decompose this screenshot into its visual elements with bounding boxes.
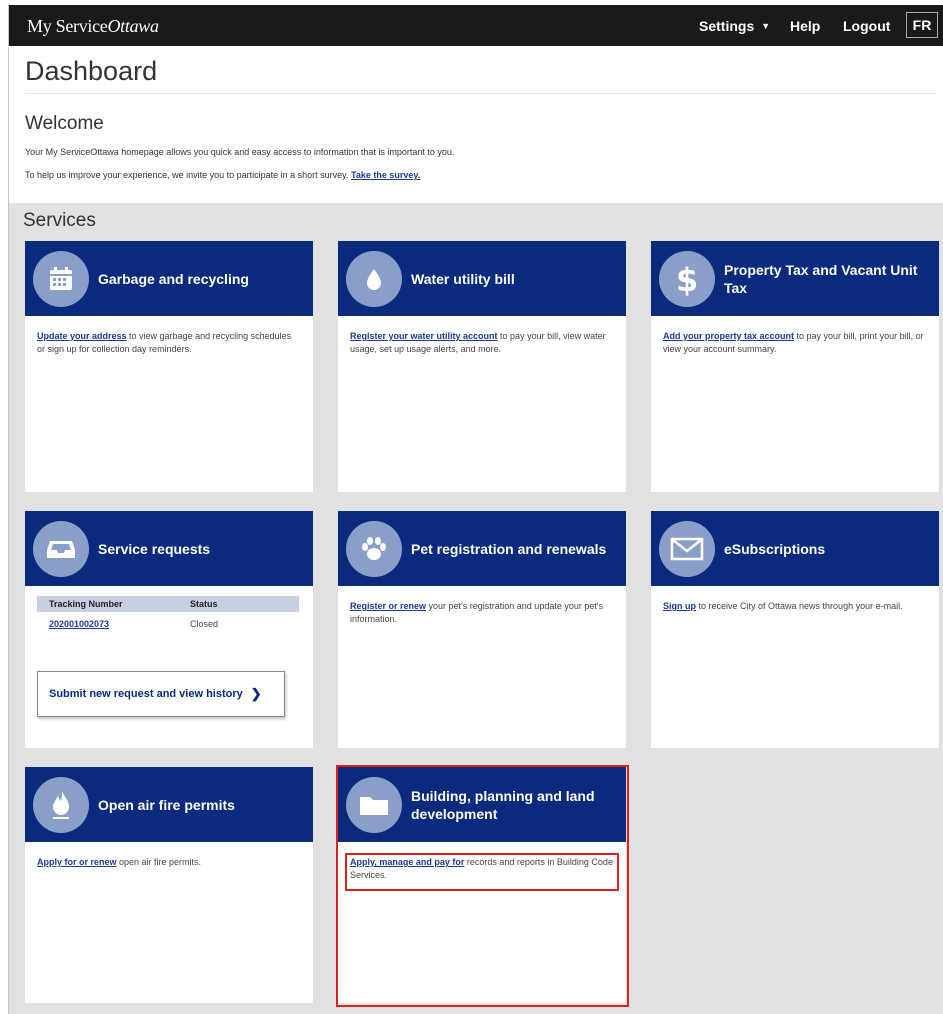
take-survey-link[interactable]: Take the survey. xyxy=(351,170,420,180)
tracking-table: Tracking Number Status 202001002073 Clos… xyxy=(37,596,299,636)
chevron-right-icon: ❯ xyxy=(250,686,262,701)
title-divider xyxy=(25,93,937,94)
welcome-text: Your My ServiceOttawa homepage allows yo… xyxy=(25,147,455,157)
apply-renew-fire-permit-link[interactable]: Apply for or renew xyxy=(37,857,117,867)
welcome-heading: Welcome xyxy=(25,113,104,134)
card-title: Garbage and recycling xyxy=(98,270,249,287)
calendar-icon xyxy=(33,251,89,307)
card-description: Apply for or renew open air fire permits… xyxy=(25,842,313,869)
page-title: Dashboard xyxy=(25,56,158,86)
card-description: Add your property tax account to pay you… xyxy=(651,316,939,356)
inbox-icon xyxy=(33,521,89,577)
caret-down-icon: ▼ xyxy=(761,20,771,31)
water-drop-icon xyxy=(346,251,402,307)
browser-page: My ServiceOttawa Settings ▼ Help Logout F… xyxy=(8,5,943,1014)
update-address-link[interactable]: Update your address xyxy=(37,331,127,341)
card-service-requests: Service requests Tracking Number Status … xyxy=(25,511,313,748)
register-water-account-link[interactable]: Register your water utility account xyxy=(350,331,498,341)
card-open-air-fire-permits: Open air fire permits Apply for or renew… xyxy=(25,767,313,1003)
help-link[interactable]: Help xyxy=(790,5,820,46)
card-description: Update your address to view garbage and … xyxy=(25,316,313,356)
envelope-icon xyxy=(659,521,715,577)
submit-new-request-button[interactable]: Submit new request and view history ❯ xyxy=(37,671,285,717)
survey-text: To help us improve your experience, we i… xyxy=(25,170,420,180)
table-row: 202001002073 Closed xyxy=(37,612,299,636)
dollar-icon: $ xyxy=(659,251,715,307)
services-heading: Services xyxy=(23,210,96,231)
settings-label: Settings xyxy=(699,17,755,34)
status-cell: Closed xyxy=(190,619,219,629)
add-property-tax-account-link[interactable]: Add your property tax account xyxy=(663,331,794,341)
card-esubscriptions: eSubscriptions Sign up to receive City o… xyxy=(651,511,939,748)
card-header[interactable]: Service requests xyxy=(25,511,313,586)
card-pet-registration: Pet registration and renewals Register o… xyxy=(338,511,626,748)
card-description: Register or renew your pet's registratio… xyxy=(338,586,626,626)
svg-text:$: $ xyxy=(676,262,698,296)
card-title: Pet registration and renewals xyxy=(411,540,607,557)
card-description-text: to receive City of Ottawa news through y… xyxy=(696,601,903,611)
card-header[interactable]: $ Property Tax and Vacant Unit Tax xyxy=(651,241,939,316)
tracking-table-header: Tracking Number Status xyxy=(37,596,299,612)
card-header[interactable]: Garbage and recycling xyxy=(25,241,313,316)
card-description: Sign up to receive City of Ottawa news t… xyxy=(651,586,939,613)
services-section: Services Garbage and recycling Update yo… xyxy=(9,203,943,1014)
logo-text-suffix: Ottawa xyxy=(107,16,159,36)
card-description-text: open air fire permits. xyxy=(116,857,202,867)
flame-icon xyxy=(33,777,89,833)
tracking-number-link[interactable]: 202001002073 xyxy=(49,619,109,629)
settings-menu[interactable]: Settings ▼ xyxy=(699,5,770,46)
tracking-number-cell: 202001002073 xyxy=(37,619,190,629)
paw-icon xyxy=(346,521,402,577)
card-title: eSubscriptions xyxy=(724,540,826,557)
tracking-number-header: Tracking Number xyxy=(49,599,123,609)
status-header: Status xyxy=(190,599,218,609)
card-header[interactable]: Open air fire permits xyxy=(25,767,313,842)
logo-text-prefix: My Service xyxy=(27,16,108,36)
highlight-box-link xyxy=(345,853,619,891)
card-title: Water utility bill xyxy=(411,270,515,287)
card-header[interactable]: Water utility bill xyxy=(338,241,626,316)
register-renew-pet-link[interactable]: Register or renew xyxy=(350,601,426,611)
card-title: Property Tax and Vacant Unit Tax xyxy=(724,261,918,296)
logout-link[interactable]: Logout xyxy=(843,5,890,46)
card-title: Service requests xyxy=(98,540,211,557)
card-property-tax: $ Property Tax and Vacant Unit Tax Add y… xyxy=(651,241,939,492)
card-water-utility: Water utility bill Register your water u… xyxy=(338,241,626,492)
card-description: Register your water utility account to p… xyxy=(338,316,626,356)
card-header[interactable]: Pet registration and renewals xyxy=(338,511,626,586)
submit-button-label: Submit new request and view history xyxy=(49,688,243,700)
language-toggle-button[interactable]: FR xyxy=(906,12,938,38)
site-logo[interactable]: My ServiceOttawa xyxy=(27,16,159,37)
card-header[interactable]: eSubscriptions xyxy=(651,511,939,586)
sign-up-link[interactable]: Sign up xyxy=(663,601,696,611)
card-garbage-recycling: Garbage and recycling Update your addres… xyxy=(25,241,313,492)
top-navigation-bar: My ServiceOttawa Settings ▼ Help Logout F… xyxy=(9,5,943,46)
survey-prompt: To help us improve your experience, we i… xyxy=(25,170,349,180)
card-title: Open air fire permits xyxy=(98,796,235,813)
